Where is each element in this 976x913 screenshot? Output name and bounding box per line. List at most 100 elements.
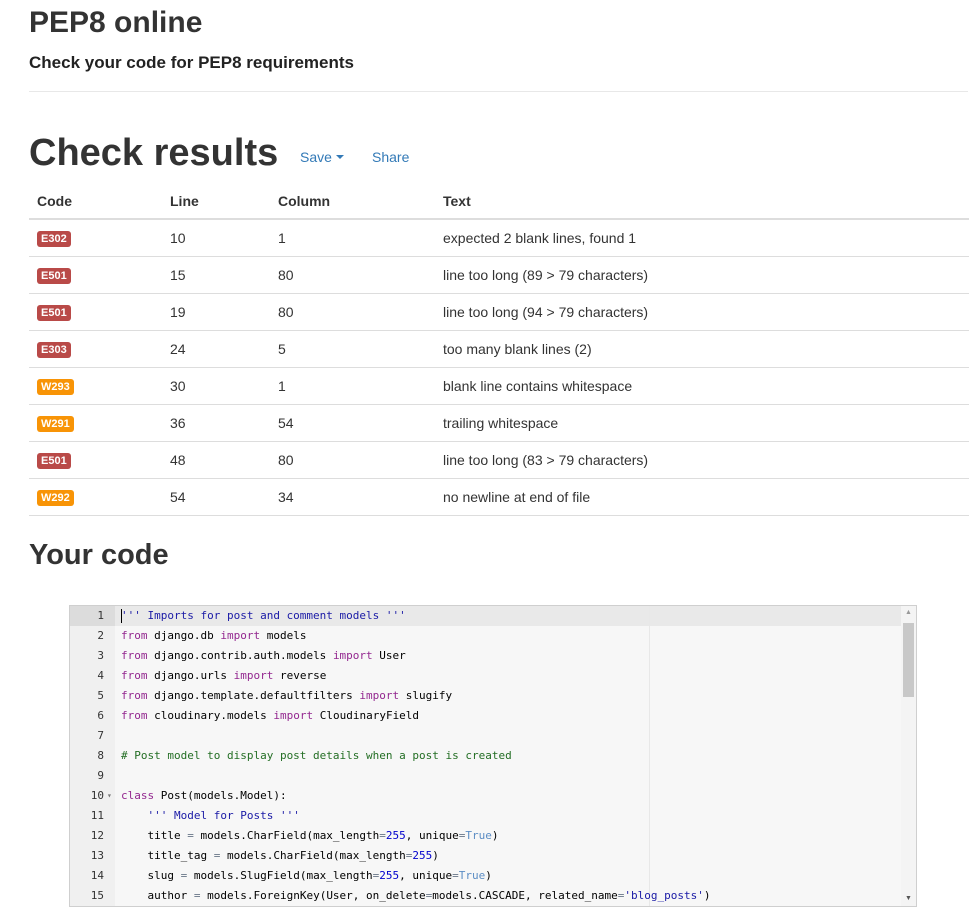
- code-token: models.ForeignKey(User, on_delete: [200, 889, 426, 902]
- code-text: from django.contrib.auth.models import U…: [121, 646, 406, 666]
- code-token: from: [121, 629, 148, 642]
- code-cell: W291: [29, 404, 162, 442]
- line-number: 9: [97, 769, 104, 782]
- column-header-code: Code: [29, 183, 162, 220]
- warning-code-badge: W293: [37, 379, 74, 395]
- results-body: E302 10 1 expected 2 blank lines, found 1 E5…: [29, 219, 969, 516]
- code-cell: E501: [29, 441, 162, 479]
- error-code-badge: E501: [37, 305, 71, 321]
- line-number: 1: [97, 609, 104, 622]
- code-line: 12 title = models.CharField(max_length=2…: [70, 826, 901, 846]
- code-token: title: [121, 829, 188, 842]
- code-line: 8 # Post model to display post details wh…: [70, 746, 901, 766]
- table-row: E501 15 80 line too long (89 > 79 character…: [29, 256, 969, 294]
- column-cell: 54: [270, 404, 435, 442]
- column-header-text: Text: [435, 183, 969, 220]
- code-line: 15 author = models.ForeignKey(User, on_d…: [70, 886, 901, 906]
- text-cell: trailing whitespace: [435, 404, 969, 442]
- warning-code-badge: W292: [37, 490, 74, 506]
- line-cell: 15: [162, 256, 270, 294]
- column-cell: 80: [270, 256, 435, 294]
- code-line: 14 slug = models.SlugField(max_length=25…: [70, 866, 901, 886]
- code-text: ''' Imports for post and comment models …: [121, 606, 406, 626]
- text-cell: too many blank lines (2): [435, 330, 969, 368]
- code-token: author: [121, 889, 194, 902]
- column-header-column: Column: [270, 183, 435, 220]
- code-token: models.SlugField(max_length: [187, 869, 373, 882]
- scroll-thumb[interactable]: [903, 623, 914, 697]
- line-cell: 48: [162, 441, 270, 479]
- code-line: 11 ''' Model for Posts ''': [70, 806, 901, 826]
- code-token: import: [273, 709, 314, 722]
- code-text: ''' Model for Posts ''': [121, 806, 300, 826]
- code-line: 9: [70, 766, 901, 786]
- line-cell: 30: [162, 367, 270, 405]
- table-row: W292 54 34 no newline at end of file: [29, 478, 969, 516]
- code-editor[interactable]: 1 ''' Imports for post and comment models…: [69, 605, 917, 907]
- code-section-title: Your code: [29, 539, 169, 571]
- line-number: 14: [90, 869, 104, 882]
- scroll-down-icon[interactable]: ▼: [901, 892, 916, 906]
- column-cell: 80: [270, 441, 435, 479]
- text-cell: line too long (94 > 79 characters): [435, 293, 969, 331]
- line-number: 4: [97, 669, 104, 682]
- code-token: , unique: [399, 869, 453, 882]
- code-token: =: [379, 829, 386, 842]
- code-text: author = models.ForeignKey(User, on_dele…: [121, 886, 710, 906]
- table-row: E501 19 80 line too long (94 > 79 character…: [29, 293, 969, 331]
- code-lines: 1 ''' Imports for post and comment models…: [70, 606, 901, 906]
- table-row: E303 24 5 too many blank lines (2): [29, 330, 969, 368]
- code-token: ): [491, 829, 499, 842]
- code-text: from django.template.defaultfilters impo…: [121, 686, 452, 706]
- code-token: title_tag: [121, 849, 214, 862]
- column-cell: 1: [270, 367, 435, 405]
- save-dropdown-button[interactable]: Save: [300, 148, 344, 166]
- header-divider: [29, 91, 968, 92]
- table-row: W291 36 54 trailing whitespace: [29, 404, 969, 442]
- fold-arrow-icon[interactable]: ▾: [107, 786, 112, 806]
- line-number: 11: [90, 809, 104, 822]
- code-token: =: [187, 829, 194, 842]
- code-token: 'blog_posts': [624, 889, 704, 902]
- error-code-badge: E501: [37, 268, 71, 284]
- code-text: from django.db import models: [121, 626, 306, 646]
- text-cursor: [121, 609, 122, 623]
- table-row: W293 30 1 blank line contains whitespace: [29, 367, 969, 405]
- text-cell: no newline at end of file: [435, 478, 969, 516]
- code-token: # Post model to display post details whe…: [121, 749, 512, 762]
- code-token: slug: [121, 869, 181, 882]
- code-token: django.urls: [147, 669, 234, 682]
- code-text: slug = models.SlugField(max_length=255, …: [121, 866, 491, 886]
- error-code-badge: E302: [37, 231, 71, 247]
- line-cell: 19: [162, 293, 270, 331]
- table-row: E501 48 80 line too long (83 > 79 character…: [29, 441, 969, 479]
- code-cell: E303: [29, 330, 162, 368]
- line-number: 13: [90, 849, 104, 862]
- editor-scrollbar[interactable]: ▲ ▼: [901, 606, 916, 906]
- results-header-row: Code Line Column Text: [29, 183, 969, 220]
- code-line: 7: [70, 726, 901, 746]
- column-cell: 80: [270, 293, 435, 331]
- line-number: 5: [97, 689, 104, 702]
- code-token: from: [121, 689, 148, 702]
- share-link[interactable]: Share: [372, 148, 409, 166]
- line-cell: 36: [162, 404, 270, 442]
- line-number: 8: [97, 749, 104, 762]
- code-token: User: [372, 649, 406, 662]
- line-number: 15: [90, 889, 104, 902]
- code-line: 6 from cloudinary.models import Cloudinar…: [70, 706, 901, 726]
- code-text: # Post model to display post details whe…: [121, 746, 512, 766]
- code-token: 255: [412, 849, 433, 862]
- code-text: from django.urls import reverse: [121, 666, 326, 686]
- code-token: models: [260, 629, 307, 642]
- column-cell: 5: [270, 330, 435, 368]
- text-cell: line too long (89 > 79 characters): [435, 256, 969, 294]
- text-cell: expected 2 blank lines, found 1: [435, 219, 969, 257]
- code-line: 10 ▾ class Post(models.Model):: [70, 786, 901, 806]
- warning-code-badge: W291: [37, 416, 74, 432]
- code-token: 255: [379, 869, 400, 882]
- scroll-up-icon[interactable]: ▲: [901, 606, 916, 620]
- code-token: django.template.defaultfilters: [147, 689, 360, 702]
- code-text: title = models.CharField(max_length=255,…: [121, 826, 499, 846]
